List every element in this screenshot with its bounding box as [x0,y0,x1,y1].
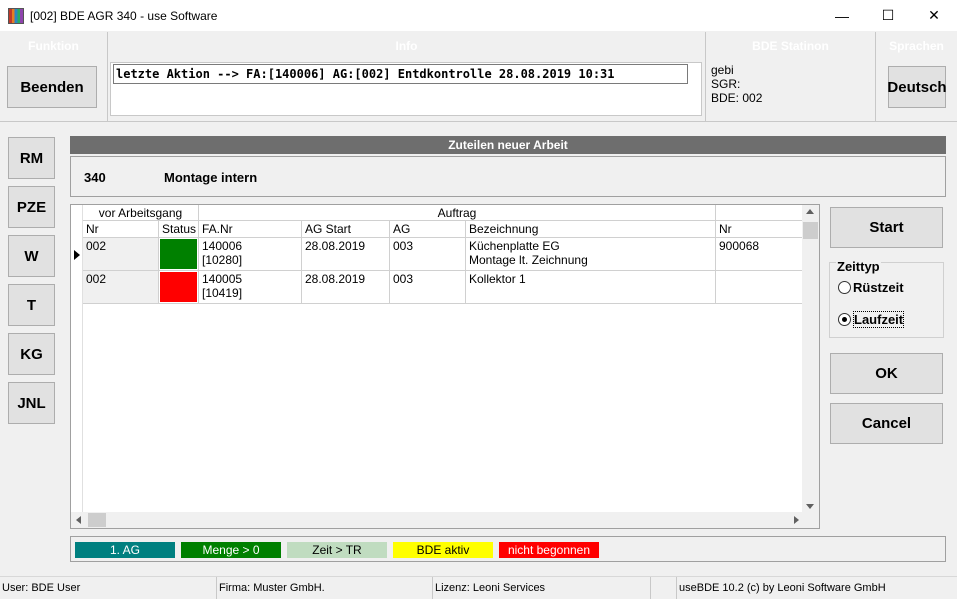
nav-t-button[interactable]: T [8,284,55,326]
legend-nicht-begonnen: nicht begonnen [499,542,599,558]
row1-bezeichnung[interactable]: Küchenplatte EG Montage lt. Zeichnung [466,238,716,271]
window-title: [002] BDE AGR 340 - use Software [30,8,218,23]
nav-w-button[interactable]: W [8,235,55,277]
scroll-up-icon[interactable] [806,209,814,214]
row2-ag-start[interactable]: 28.08.2019 [302,271,390,304]
station-line: BDE: 002 [711,91,763,105]
legend-first-ag: 1. AG [75,542,175,558]
fa-number: 140005 [202,272,243,286]
zeittyp-group: Zeittyp Rüstzeit Laufzeit [829,259,944,338]
title-bar: [002] BDE AGR 340 - use Software — ☐ ✕ [0,0,957,31]
bezeichnung-line: Küchenplatte EG [469,239,560,253]
status-lizenz: Lizenz: Leoni Services [432,577,648,599]
legend-zeit: Zeit > TR [287,542,387,558]
row1-nr[interactable]: 002 [83,238,159,271]
fa-sub-number: [10280] [202,253,243,267]
workplace-number: 340 [84,170,106,185]
station-info: gebi SGR: BDE: 002 [711,63,762,105]
station-line: gebi [711,63,734,77]
fa-number: 140006 [202,239,243,253]
info-title: Info [395,39,418,53]
group-header-empty [716,205,804,221]
row2-nr[interactable]: 002 [83,271,159,304]
vertical-scroll-thumb[interactable] [803,222,818,239]
nav-jnl-button[interactable]: JNL [8,382,55,424]
nav-kg-button[interactable]: KG [8,333,55,375]
ruestzeit-radio[interactable]: Rüstzeit [838,280,904,295]
col-header-bezeichnung[interactable]: Bezeichnung [466,221,716,238]
row1-ag[interactable]: 003 [390,238,466,271]
workplace-info: 340 Montage intern [70,156,946,197]
row2-fa-nr[interactable]: 140005 [10419] [199,271,302,304]
current-row-indicator-icon [74,250,80,260]
info-box: letzte Aktion --> FA:[140006] AG:[002] E… [110,62,702,116]
vertical-scrollbar[interactable] [802,205,819,513]
horizontal-scroll-thumb[interactable] [88,513,106,527]
row1-fa-nr[interactable]: 140006 [10280] [199,238,302,271]
row2-nr2[interactable] [716,271,804,304]
status-indicator [160,239,197,269]
nav-rm-button[interactable]: RM [8,137,55,179]
nav-pze-button[interactable]: PZE [8,186,55,228]
status-bar: User: BDE User Firma: Muster GmbH. Lizen… [0,576,957,599]
last-action-field: letzte Aktion --> FA:[140006] AG:[002] E… [113,64,688,84]
scroll-right-icon[interactable] [794,516,799,524]
maximize-button[interactable]: ☐ [865,0,911,31]
scroll-corner [802,512,819,528]
laufzeit-label: Laufzeit [853,311,905,328]
beenden-button[interactable]: Beenden [7,66,97,108]
station-line: SGR: [711,77,741,91]
language-button[interactable]: Deutsch [887,66,947,108]
scroll-left-icon[interactable] [76,516,81,524]
workplace-name: Montage intern [164,170,258,185]
col-header-nr[interactable]: Nr [83,221,159,238]
section-header: Zuteilen neuer Arbeit [70,136,946,154]
row1-nr2[interactable]: 900068 [716,238,804,271]
start-button[interactable]: Start [830,207,943,248]
fa-sub-number: [10419] [202,286,243,300]
row1-status[interactable] [159,238,199,271]
status-firma: Firma: Muster GmbH. [216,577,432,599]
funktion-panel: Funktion Beenden [0,32,108,122]
station-title: BDE Statinon [752,39,829,53]
sprachen-title: Sprachen [889,39,944,53]
ok-button[interactable]: OK [830,353,943,394]
legend-menge: Menge > 0 [181,542,281,558]
col-header-fa-nr[interactable]: FA.Nr [199,221,302,238]
legend-bde-aktiv: BDE aktiv [393,542,493,558]
ruestzeit-label: Rüstzeit [853,280,904,295]
row2-ag[interactable]: 003 [390,271,466,304]
scroll-down-icon[interactable] [806,504,814,509]
app-icon [8,7,24,24]
sprachen-panel: Sprachen Deutsch [876,32,957,122]
col-header-ag-start[interactable]: AG Start [302,221,390,238]
funktion-title: Funktion [28,39,79,53]
row1-ag-start[interactable]: 28.08.2019 [302,238,390,271]
row2-bezeichnung[interactable]: Kollektor 1 [466,271,716,304]
work-grid[interactable]: vor Arbeitsgang Auftrag Nr Status FA.Nr … [70,204,820,529]
col-header-status[interactable]: Status [159,221,199,238]
group-header-prev: vor Arbeitsgang [83,205,199,221]
radio-circle-icon [838,281,851,294]
horizontal-scrollbar[interactable] [71,512,804,528]
col-header-nr2[interactable]: Nr [716,221,804,238]
radio-circle-icon [838,313,851,326]
status-empty [650,577,675,599]
bezeichnung-line: Montage lt. Zeichnung [469,253,588,267]
cancel-button[interactable]: Cancel [830,403,943,444]
zeittyp-label: Zeittyp [836,259,881,274]
bezeichnung-line: Kollektor 1 [469,272,526,286]
group-header-order: Auftrag [199,205,716,221]
close-button[interactable]: ✕ [911,0,957,31]
row2-status[interactable] [159,271,199,304]
status-legend: 1. AG Menge > 0 Zeit > TR BDE aktiv nich… [70,536,946,562]
top-band: Funktion Beenden Info letzte Aktion --> … [0,32,957,122]
status-version: useBDE 10.2 (c) by Leoni Software GmbH [676,577,957,599]
col-header-ag[interactable]: AG [390,221,466,238]
status-user: User: BDE User [2,582,81,594]
laufzeit-radio[interactable]: Laufzeit [838,311,905,328]
minimize-button[interactable]: — [819,0,865,31]
status-indicator [160,272,197,302]
